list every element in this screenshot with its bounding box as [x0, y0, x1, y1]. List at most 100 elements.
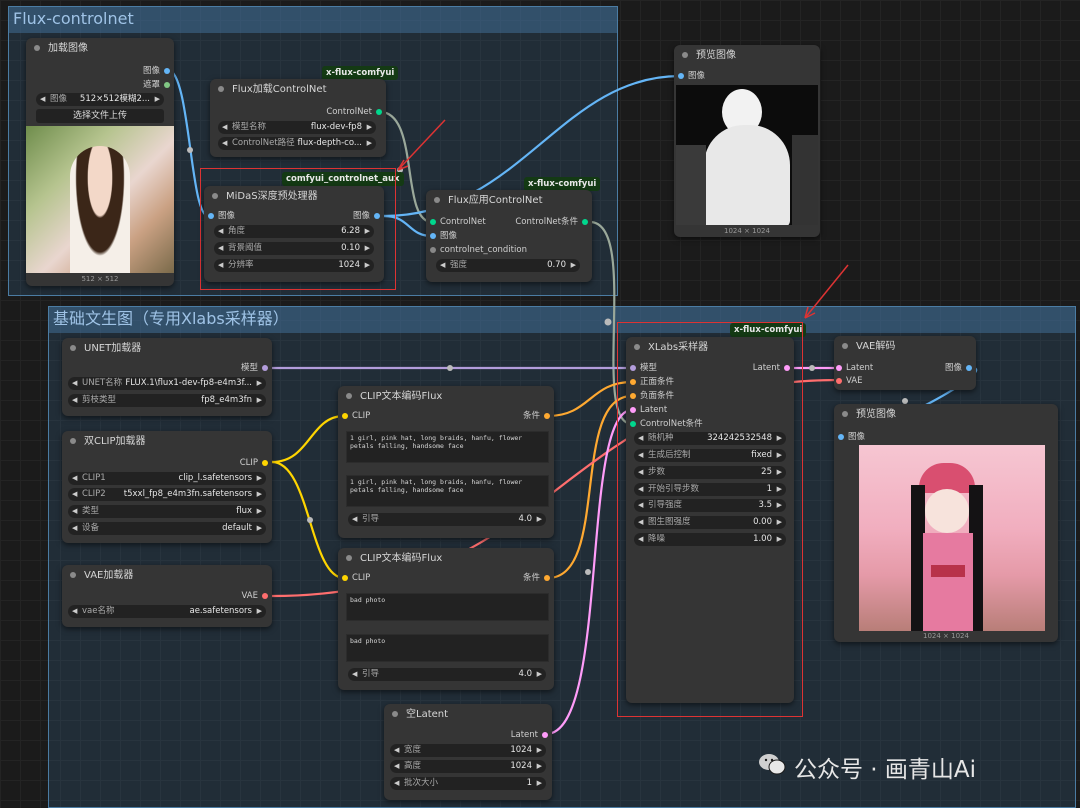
port-dot-controlnet[interactable]: [376, 109, 382, 115]
input-latent[interactable]: Latent: [846, 362, 873, 374]
port-dot-image-in[interactable]: [208, 213, 214, 219]
input-image[interactable]: 图像: [218, 210, 235, 222]
widget-width[interactable]: ◀ 宽度 1024 ▶: [390, 744, 546, 757]
widget-device[interactable]: ◀ 设备 default ▶: [68, 522, 266, 535]
widget-vae-name[interactable]: ◀ vae名称 ae.safetensors ▶: [68, 605, 266, 618]
widget-angle[interactable]: ◀ 角度 6.28 ▶: [214, 225, 374, 238]
port-dot-model-in[interactable]: [630, 365, 636, 371]
node-vae-decode[interactable]: VAE解码 Latent 图像 VAE: [834, 336, 976, 390]
output-latent[interactable]: Latent: [511, 729, 538, 741]
widget-resolution[interactable]: ◀ 分辨率 1024 ▶: [214, 259, 374, 272]
prompt-textarea-clip-l[interactable]: 1 girl, pink hat, long braids, hanfu, fl…: [346, 431, 549, 463]
node-preview-image-depth[interactable]: 预览图像 图像 1024 × 1024: [674, 45, 820, 237]
widget-model-name[interactable]: ◀ 模型名称 flux-dev-fp8 ▶: [218, 121, 376, 134]
output-image[interactable]: 图像: [353, 210, 370, 222]
output-controlnet[interactable]: ControlNet: [326, 106, 372, 118]
port-dot-vae-in[interactable]: [836, 378, 842, 384]
input-latent[interactable]: Latent: [640, 404, 667, 416]
widget-steps[interactable]: ◀ 步数 25 ▶: [634, 466, 786, 479]
input-vae[interactable]: VAE: [846, 375, 862, 387]
node-title[interactable]: CLIP文本编码Flux: [338, 386, 554, 408]
input-image[interactable]: 图像: [688, 70, 705, 82]
widget-height[interactable]: ◀ 高度 1024 ▶: [390, 760, 546, 773]
port-dot-neg-in[interactable]: [630, 393, 636, 399]
node-title[interactable]: VAE加载器: [62, 565, 272, 587]
prompt-textarea-t5[interactable]: bad photo: [346, 634, 549, 662]
port-dot-image[interactable]: [164, 68, 170, 74]
node-clip-text-encode-negative[interactable]: CLIP文本编码Flux CLIP 条件 bad photo bad photo…: [338, 548, 554, 690]
node-load-image[interactable]: 加载图像 图像 遮罩 ◀ 图像 512×512模糊2... ▶ 选择文件上传 512 …: [26, 38, 174, 286]
widget-batch-size[interactable]: ◀ 批次大小 1 ▶: [390, 777, 546, 790]
input-model[interactable]: 模型: [640, 362, 657, 374]
node-flux-apply-controlnet[interactable]: Flux应用ControlNet ControlNet ControlNet条件…: [426, 190, 592, 282]
prompt-textarea-t5[interactable]: 1 girl, pink hat, long braids, hanfu, fl…: [346, 475, 549, 507]
widget-dtype[interactable]: ◀ 剪枝类型 fp8_e4m3fn ▶: [68, 394, 266, 407]
output-model[interactable]: 模型: [241, 362, 258, 374]
node-title[interactable]: XLabs采样器: [626, 337, 794, 359]
node-vae-loader[interactable]: VAE加载器 VAE ◀ vae名称 ae.safetensors ▶: [62, 565, 272, 627]
collapse-dot-icon[interactable]: [34, 45, 40, 51]
input-negative[interactable]: 负面条件: [640, 390, 674, 402]
node-title[interactable]: CLIP文本编码Flux: [338, 548, 554, 570]
input-image[interactable]: 图像: [440, 230, 457, 242]
input-controlnet-condition[interactable]: ControlNet条件: [640, 418, 703, 430]
port-dot-clip-in[interactable]: [342, 575, 348, 581]
port-dot-cond-out[interactable]: [544, 575, 550, 581]
node-title[interactable]: VAE解码: [834, 336, 976, 358]
output-cn-condition[interactable]: ControlNet条件: [515, 216, 578, 228]
widget-true-gs[interactable]: ◀ 引导强度 3.5 ▶: [634, 499, 786, 512]
node-title[interactable]: UNET加载器: [62, 338, 272, 360]
output-clip[interactable]: CLIP: [240, 457, 258, 469]
port-dot-pos-in[interactable]: [630, 379, 636, 385]
widget-guidance[interactable]: ◀ 引导 4.0 ▶: [348, 513, 546, 526]
port-dot-latent-in[interactable]: [630, 407, 636, 413]
node-title[interactable]: Flux应用ControlNet: [426, 190, 592, 212]
port-dot-latent-in[interactable]: [836, 365, 842, 371]
node-title[interactable]: MiDaS深度预处理器: [204, 186, 384, 208]
port-dot-cond-out[interactable]: [544, 413, 550, 419]
port-dot-latent[interactable]: [542, 732, 548, 738]
output-vae[interactable]: VAE: [242, 590, 258, 602]
output-image[interactable]: 图像: [945, 362, 962, 374]
port-dot-image-in[interactable]: [678, 73, 684, 79]
port-dot-cond-in[interactable]: [430, 247, 436, 253]
input-controlnet-condition[interactable]: controlnet_condition: [440, 244, 527, 256]
widget-controlnet-path[interactable]: ◀ ControlNet路径 flux-depth-co... ▶: [218, 137, 376, 150]
widget-strength[interactable]: ◀ 强度 0.70 ▶: [436, 259, 580, 272]
output-latent[interactable]: Latent: [753, 362, 780, 374]
output-conditioning[interactable]: 条件: [523, 410, 540, 422]
widget-seed[interactable]: ◀ 随机种 324242532548 ▶: [634, 432, 786, 445]
widget-bg-threshold[interactable]: ◀ 背景阈值 0.10 ▶: [214, 242, 374, 255]
port-dot-cn-out[interactable]: [582, 219, 588, 225]
port-dot-image-in[interactable]: [430, 233, 436, 239]
port-dot-mask[interactable]: [164, 82, 170, 88]
prompt-textarea-clip-l[interactable]: bad photo: [346, 593, 549, 621]
widget-clip2[interactable]: ◀ CLIP2 t5xxl_fp8_e4m3fn.safetensors ▶: [68, 488, 266, 501]
node-clip-text-encode-positive[interactable]: CLIP文本编码Flux CLIP 条件 1 girl, pink hat, l…: [338, 386, 554, 538]
widget-guidance[interactable]: ◀ 引导 4.0 ▶: [348, 668, 546, 681]
port-dot-clip-in[interactable]: [342, 413, 348, 419]
widget-clip1[interactable]: ◀ CLIP1 clip_l.safetensors ▶: [68, 472, 266, 485]
port-dot-cn-in[interactable]: [430, 219, 436, 225]
port-dot-image-out[interactable]: [966, 365, 972, 371]
node-flux-load-controlnet[interactable]: Flux加载ControlNet ControlNet ◀ 模型名称 flux-de…: [210, 79, 386, 157]
node-empty-latent[interactable]: 空Latent Latent ◀ 宽度 1024 ▶ ◀ 高度 1024 ▶ ◀ 批次大小 1 ▶: [384, 704, 552, 800]
port-dot-vae[interactable]: [262, 593, 268, 599]
node-midas[interactable]: MiDaS深度预处理器 图像 图像 ◀ 角度 6.28 ▶ ◀ 背景阈值 0.10 ▶ ◀ 分…: [204, 186, 384, 282]
port-dot-image-in[interactable]: [838, 434, 844, 440]
widget-control-after-generate[interactable]: ◀ 生成后控制 fixed ▶: [634, 449, 786, 462]
node-title[interactable]: 预览图像: [674, 45, 820, 67]
widget-denoise[interactable]: ◀ 降噪 1.00 ▶: [634, 533, 786, 546]
node-title[interactable]: 加载图像: [26, 38, 174, 60]
node-dual-clip-loader[interactable]: 双CLIP加载器 CLIP ◀ CLIP1 clip_l.safetensors ▶ …: [62, 431, 272, 543]
port-dot-clip[interactable]: [262, 460, 268, 466]
input-positive[interactable]: 正面条件: [640, 376, 674, 388]
port-dot-latent-out[interactable]: [784, 365, 790, 371]
node-title[interactable]: Flux加载ControlNet: [210, 79, 386, 101]
port-dot-model[interactable]: [262, 365, 268, 371]
widget-unet-name[interactable]: ◀ UNET名称 FLUX.1\flux1-dev-fp8-e4m3f... ▶: [68, 377, 266, 390]
input-controlnet[interactable]: ControlNet: [440, 216, 486, 228]
node-xlabs-sampler[interactable]: XLabs采样器 模型 Latent 正面条件 负面条件 Latent Cont…: [626, 337, 794, 703]
input-image[interactable]: 图像: [848, 431, 865, 443]
input-clip[interactable]: CLIP: [352, 572, 370, 584]
